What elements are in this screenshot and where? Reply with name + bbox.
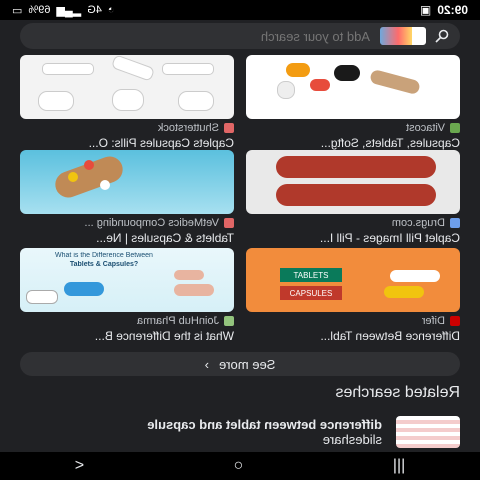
- result-card-vetmedics[interactable]: VetMedics Compounding ... Tablets & Caps…: [20, 150, 234, 245]
- back-icon[interactable]: <: [75, 457, 84, 475]
- result-card-joinhub[interactable]: What is the Difference Between Tablets &…: [20, 248, 234, 343]
- result-image[interactable]: What is the Difference Between Tablets &…: [20, 248, 234, 312]
- result-image[interactable]: [246, 55, 460, 119]
- diff-question-line1: What is the Difference Between: [55, 252, 153, 259]
- status-bar: 09:20 ▣ ◔ 4G ▂▄▆ 69% ▭: [0, 0, 480, 20]
- favicon-icon: [450, 218, 460, 228]
- diff-question-line2: Tablets & Capsules?: [69, 261, 139, 268]
- gallery-icon: ▣: [419, 3, 432, 17]
- favicon-icon: [224, 218, 234, 228]
- result-source: JoinHub Pharma: [20, 315, 234, 327]
- result-source: Shutterstock: [20, 122, 234, 134]
- result-image[interactable]: TABLETS CAPSULES: [246, 248, 460, 312]
- status-right: ◔ 4G ▂▄▆ 69% ▭: [12, 4, 115, 17]
- result-title[interactable]: Caplets Capsules Pills: O...: [20, 136, 234, 150]
- search-bar[interactable]: [20, 23, 460, 49]
- related-search-text[interactable]: difference between tablet and capsule sl…: [147, 417, 382, 447]
- result-source: Vitacost: [246, 122, 460, 134]
- battery-icon: ▭: [12, 4, 23, 17]
- result-card-vitacost[interactable]: Vitacost Capsules, Tablets, Softg...: [246, 55, 460, 150]
- result-source: VetMedics Compounding ...: [20, 217, 234, 229]
- related-search-item[interactable]: difference between tablet and capsule sl…: [20, 415, 460, 449]
- result-title[interactable]: Capsules, Tablets, Softg...: [246, 136, 460, 150]
- favicon-icon: [450, 316, 460, 326]
- search-icon[interactable]: [434, 28, 450, 44]
- result-title[interactable]: Caplet Pill Images - Pill I...: [246, 231, 460, 245]
- result-title[interactable]: What is the Difference B...: [20, 329, 234, 343]
- result-image[interactable]: [20, 150, 234, 214]
- result-title[interactable]: Tablets & Capsules | Ne...: [20, 231, 234, 245]
- result-card-shutterstock[interactable]: Shutterstock Caplets Capsules Pills: O..…: [20, 55, 234, 150]
- chevron-right-icon: ›: [204, 356, 209, 372]
- status-time: 09:20: [437, 3, 468, 17]
- result-card-drugs[interactable]: Drugs.com Caplet Pill Images - Pill I...: [246, 150, 460, 245]
- result-card-difer[interactable]: TABLETS CAPSULES Difer Difference Betwee…: [246, 248, 460, 343]
- favicon-icon: [450, 123, 460, 133]
- result-source: Drugs.com: [246, 217, 460, 229]
- result-image[interactable]: [246, 150, 460, 214]
- network-type: 4G: [87, 4, 102, 16]
- see-more-label: See more: [218, 356, 276, 372]
- result-image[interactable]: [20, 55, 234, 119]
- mirrored-screen: 09:20 ▣ ◔ 4G ▂▄▆ 69% ▭ Vitacost Capsules: [0, 0, 480, 480]
- tablets-label: TABLETS: [280, 268, 342, 282]
- search-image-thumbnail[interactable]: [380, 27, 426, 45]
- system-nav-bar: ||| ○ <: [0, 452, 480, 480]
- search-input[interactable]: [30, 27, 372, 45]
- see-more-button[interactable]: See more ›: [20, 352, 460, 376]
- related-search-thumbnail[interactable]: [396, 416, 460, 448]
- signal-icon: ▂▄▆: [56, 4, 82, 17]
- favicon-icon: [224, 123, 234, 133]
- wifi-icon: ◔: [107, 4, 115, 16]
- related-searches-heading: Related searches: [335, 384, 460, 401]
- battery-level: 69%: [28, 4, 51, 16]
- capsules-label: CAPSULES: [280, 286, 342, 300]
- home-icon[interactable]: ○: [234, 457, 244, 475]
- result-title[interactable]: Difference Between Tabl...: [246, 329, 460, 343]
- recent-apps-icon[interactable]: |||: [393, 457, 405, 475]
- favicon-icon: [224, 316, 234, 326]
- result-source: Difer: [246, 315, 460, 327]
